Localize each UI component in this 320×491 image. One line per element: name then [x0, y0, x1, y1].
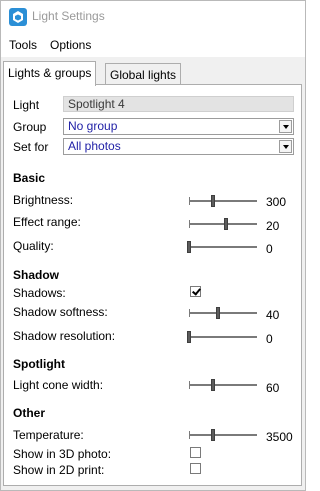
effect-range-slider[interactable] — [189, 218, 257, 230]
group-label: Group — [13, 120, 47, 134]
effect-range-value: 20 — [266, 219, 280, 233]
temperature-slider[interactable] — [189, 429, 257, 441]
set-for-dropdown[interactable]: All photos — [63, 138, 294, 155]
section-shadow: Shadow — [13, 268, 60, 282]
slider-thumb[interactable] — [187, 241, 191, 253]
section-spotlight: Spotlight — [13, 357, 65, 371]
tab-global-lights[interactable]: Global lights — [105, 63, 182, 86]
shadow-resolution-label: Shadow resolution: — [13, 329, 116, 343]
show-2d-checkbox[interactable] — [190, 463, 201, 474]
set-for-label: Set for — [13, 140, 49, 154]
light-settings-window: Light Settings Tools Options Lights & gr… — [0, 0, 306, 491]
slider-thumb[interactable] — [215, 307, 220, 319]
chevron-down-icon[interactable] — [279, 120, 292, 133]
title-bar[interactable]: Light Settings — [1, 1, 305, 33]
show-3d-label: Show in 3D photo: — [13, 447, 112, 461]
menu-tools[interactable]: Tools — [9, 38, 37, 52]
show-2d-label: Show in 2D print: — [13, 463, 105, 477]
shadow-softness-label: Shadow softness: — [13, 305, 108, 319]
slider-thumb[interactable] — [187, 331, 191, 343]
shadows-checkbox[interactable] — [190, 286, 201, 297]
chevron-down-icon[interactable] — [279, 140, 292, 153]
brightness-slider[interactable] — [189, 195, 257, 207]
light-cone-width-slider[interactable] — [189, 379, 257, 391]
light-cone-width-value: 60 — [266, 381, 280, 395]
show-3d-checkbox[interactable] — [190, 447, 201, 458]
effect-range-label: Effect range: — [13, 215, 81, 229]
light-cone-width-label: Light cone width: — [13, 378, 104, 392]
shadow-softness-slider[interactable] — [189, 307, 257, 319]
quality-value: 0 — [266, 242, 273, 256]
menu-options[interactable]: Options — [50, 38, 91, 52]
shadow-softness-value: 40 — [266, 308, 280, 322]
quality-label: Quality: — [13, 239, 54, 253]
brightness-label: Brightness: — [13, 193, 74, 207]
slider-thumb[interactable] — [210, 429, 215, 441]
app-icon — [9, 8, 27, 26]
light-name-field: Spotlight 4 — [63, 96, 294, 112]
temperature-label: Temperature: — [13, 428, 84, 442]
section-other: Other — [13, 406, 46, 420]
section-basic: Basic — [13, 171, 46, 185]
slider-thumb[interactable] — [210, 195, 215, 207]
shadow-resolution-value: 0 — [266, 332, 273, 346]
tab-lights-and-groups[interactable]: Lights & groups — [3, 61, 97, 86]
shadows-label: Shadows: — [13, 286, 66, 300]
slider-thumb[interactable] — [210, 379, 215, 391]
group-dropdown[interactable]: No group — [63, 118, 294, 135]
shadow-resolution-slider[interactable] — [187, 331, 257, 343]
brightness-value: 300 — [266, 195, 287, 209]
window-title: Light Settings — [32, 9, 105, 23]
temperature-value: 3500 — [266, 430, 293, 444]
menu-bar: Tools Options — [1, 35, 305, 55]
slider-thumb[interactable] — [224, 218, 229, 230]
quality-slider[interactable] — [187, 241, 257, 253]
group-dropdown-value: No group — [68, 119, 118, 133]
set-for-dropdown-value: All photos — [68, 139, 121, 153]
light-label: Light — [13, 98, 40, 112]
